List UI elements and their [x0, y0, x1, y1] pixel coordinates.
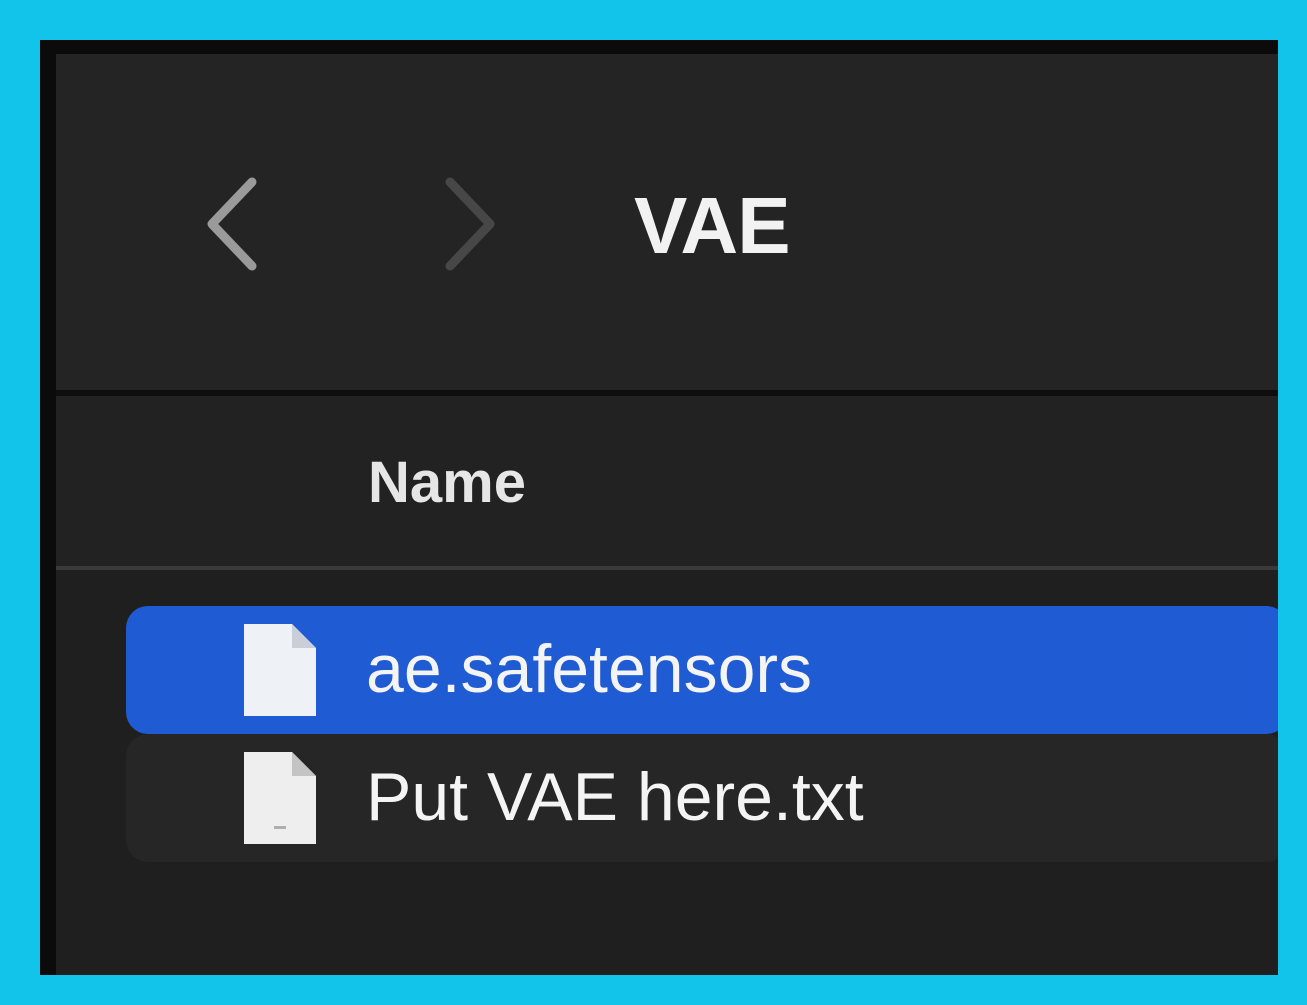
document-icon: [244, 624, 316, 716]
window-title: VAE: [634, 181, 791, 270]
chevron-left-icon: [207, 177, 257, 271]
file-row-put-vae-here[interactable]: Put VAE here.txt: [126, 734, 1278, 862]
screenshot-frame: VAE Name ae.safetensors Put VAE here.txt: [0, 0, 1307, 1005]
file-name: ae.safetensors: [366, 631, 813, 707]
window-content: VAE Name ae.safetensors Put VAE here.txt: [56, 54, 1278, 975]
back-button[interactable]: [196, 169, 266, 279]
column-header: Name: [56, 396, 1278, 566]
finder-window: VAE Name ae.safetensors Put VAE here.txt: [40, 40, 1278, 975]
text-document-icon: [244, 752, 316, 844]
toolbar: VAE: [56, 54, 1278, 390]
file-list: ae.safetensors Put VAE here.txt: [56, 570, 1278, 975]
file-name: Put VAE here.txt: [366, 759, 864, 835]
chevron-right-icon: [445, 177, 495, 271]
forward-button[interactable]: [436, 169, 506, 279]
file-row-ae-safetensors[interactable]: ae.safetensors: [126, 606, 1278, 734]
name-column-header[interactable]: Name: [368, 448, 526, 518]
